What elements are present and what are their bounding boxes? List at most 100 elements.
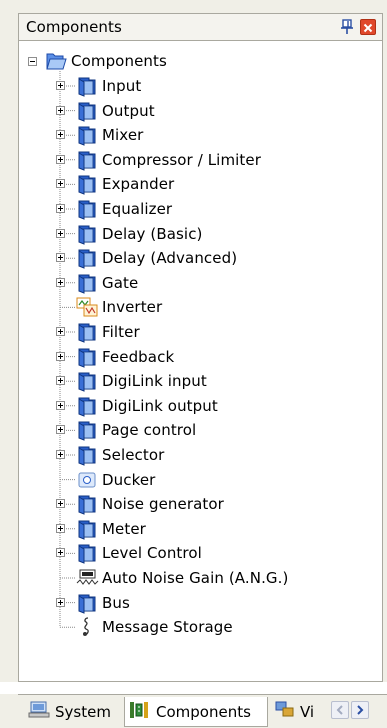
tree-item-label: Gate — [102, 273, 139, 292]
folder-icon — [76, 272, 98, 294]
tree-item[interactable]: DigiLink input — [19, 369, 207, 393]
folder-icon — [76, 370, 98, 392]
expand-toggle[interactable] — [56, 105, 65, 115]
tree-item[interactable]: Bus — [19, 591, 130, 615]
tree-item-label: Bus — [102, 593, 130, 612]
tree-item[interactable]: Noise generator — [19, 492, 224, 516]
tab-system[interactable]: System — [24, 697, 121, 727]
inverter-icon — [76, 296, 98, 318]
panel-footer-strip — [18, 653, 383, 682]
panel-header: Components — [18, 13, 383, 41]
panel-gap — [0, 682, 387, 694]
tree-item-label: Feedback — [102, 347, 175, 366]
tab-bar: System Components Vi — [18, 694, 387, 728]
folder-icon — [76, 542, 98, 565]
tree-item[interactable]: Delay (Advanced) — [19, 246, 237, 270]
tree-item-label: Input — [102, 77, 142, 95]
tree-item-label: Selector — [102, 446, 165, 464]
folder-icon — [76, 592, 98, 614]
tree-item-label: Output — [102, 101, 155, 120]
message-storage-icon — [76, 616, 98, 638]
tree-item[interactable]: Meter — [19, 517, 146, 541]
tree-item[interactable]: Gate — [19, 271, 138, 295]
tree-item-label: Filter — [102, 323, 140, 341]
tree-item[interactable]: Mixer — [19, 123, 143, 147]
tree-root[interactable]: Components — [28, 49, 167, 73]
open-folder-icon — [45, 50, 67, 72]
expand-toggle[interactable] — [56, 499, 65, 509]
folder-icon — [76, 419, 98, 442]
tree-item[interactable]: Filter — [19, 320, 140, 344]
view-icon — [275, 701, 295, 723]
tree-item-label: Message Storage — [102, 618, 233, 637]
tree-item[interactable]: Inverter — [19, 295, 162, 319]
components-panel: Components Components Input Output Mixer… — [0, 0, 387, 728]
tree-item-label: Noise generator — [102, 495, 224, 514]
expand-toggle[interactable] — [56, 327, 65, 336]
expand-toggle[interactable] — [56, 179, 65, 189]
tree-item[interactable]: Delay (Basic) — [19, 222, 203, 246]
expand-toggle[interactable] — [56, 523, 65, 533]
panel-title: Components — [26, 18, 122, 36]
folder-icon — [76, 247, 98, 269]
ang-icon — [76, 567, 99, 589]
tree-item[interactable]: Expander — [19, 172, 174, 196]
tree-item[interactable]: Equalizer — [19, 197, 172, 221]
tree-item[interactable]: Input — [19, 74, 141, 98]
tree-root-label: Components — [71, 52, 167, 70]
ducker-icon — [76, 469, 98, 491]
tree-item-label: Expander — [102, 175, 175, 194]
tree-item[interactable]: Level Control — [19, 541, 202, 565]
folder-icon — [76, 223, 98, 245]
expand-toggle[interactable] — [56, 204, 65, 213]
expand-toggle[interactable] — [56, 597, 65, 607]
tree-item[interactable]: Selector — [19, 443, 164, 467]
tree-item[interactable]: Message Storage — [19, 615, 233, 639]
tree-item[interactable]: DigiLink output — [19, 394, 218, 418]
expand-toggle[interactable] — [56, 548, 65, 558]
tab-components-label: Components — [156, 702, 251, 721]
tree-item[interactable]: Auto Noise Gain (A.N.G.) — [19, 566, 288, 590]
expand-toggle[interactable] — [56, 351, 65, 361]
expand-toggle[interactable] — [56, 450, 65, 459]
tree-item[interactable]: Page control — [19, 418, 196, 442]
tab-components[interactable]: Components — [124, 697, 268, 727]
tree-item-label: DigiLink output — [102, 396, 218, 415]
component-tree: Components Input Output Mixer Compressor / … — [18, 41, 383, 653]
tree-item-label: Meter — [102, 519, 146, 538]
folder-icon — [76, 493, 98, 515]
tree-item-label: Delay (Basic) — [102, 224, 203, 243]
components-icon — [129, 700, 151, 724]
tree-item[interactable]: Ducker — [19, 468, 155, 492]
tab-scroll-left-button[interactable] — [331, 701, 349, 719]
tree-item-label: Auto Noise Gain (A.N.G.) — [102, 569, 289, 587]
close-icon[interactable] — [360, 19, 376, 35]
expand-toggle[interactable] — [56, 400, 65, 410]
tree-item-label: Delay (Advanced) — [102, 249, 238, 268]
folder-icon — [76, 75, 98, 97]
tree-item-label: Equalizer — [102, 200, 173, 218]
folder-icon — [76, 173, 98, 196]
expand-toggle[interactable] — [56, 130, 65, 140]
expand-toggle[interactable] — [56, 376, 65, 386]
tree-item-label: Inverter — [102, 298, 163, 317]
tree-item-label: Compressor / Limiter — [102, 150, 261, 169]
tab-scroll-right-button[interactable] — [351, 701, 369, 719]
collapse-toggle[interactable] — [28, 56, 37, 66]
folder-icon — [76, 346, 98, 368]
tree-item-label: Page control — [102, 421, 197, 440]
expand-toggle[interactable] — [56, 154, 65, 164]
folder-icon — [76, 321, 98, 343]
folder-icon — [76, 124, 98, 146]
pin-icon[interactable] — [340, 19, 354, 35]
expand-toggle[interactable] — [56, 253, 65, 263]
tree-item[interactable]: Output — [19, 99, 155, 123]
expand-toggle[interactable] — [56, 277, 65, 287]
expand-toggle[interactable] — [56, 228, 65, 238]
tree-item[interactable]: Feedback — [19, 345, 174, 369]
expand-toggle[interactable] — [56, 81, 65, 90]
tree-item-label: DigiLink input — [102, 372, 207, 391]
tree-item[interactable]: Compressor / Limiter — [19, 148, 261, 172]
expand-toggle[interactable] — [56, 425, 65, 435]
tab-view[interactable]: Vi — [271, 697, 327, 727]
